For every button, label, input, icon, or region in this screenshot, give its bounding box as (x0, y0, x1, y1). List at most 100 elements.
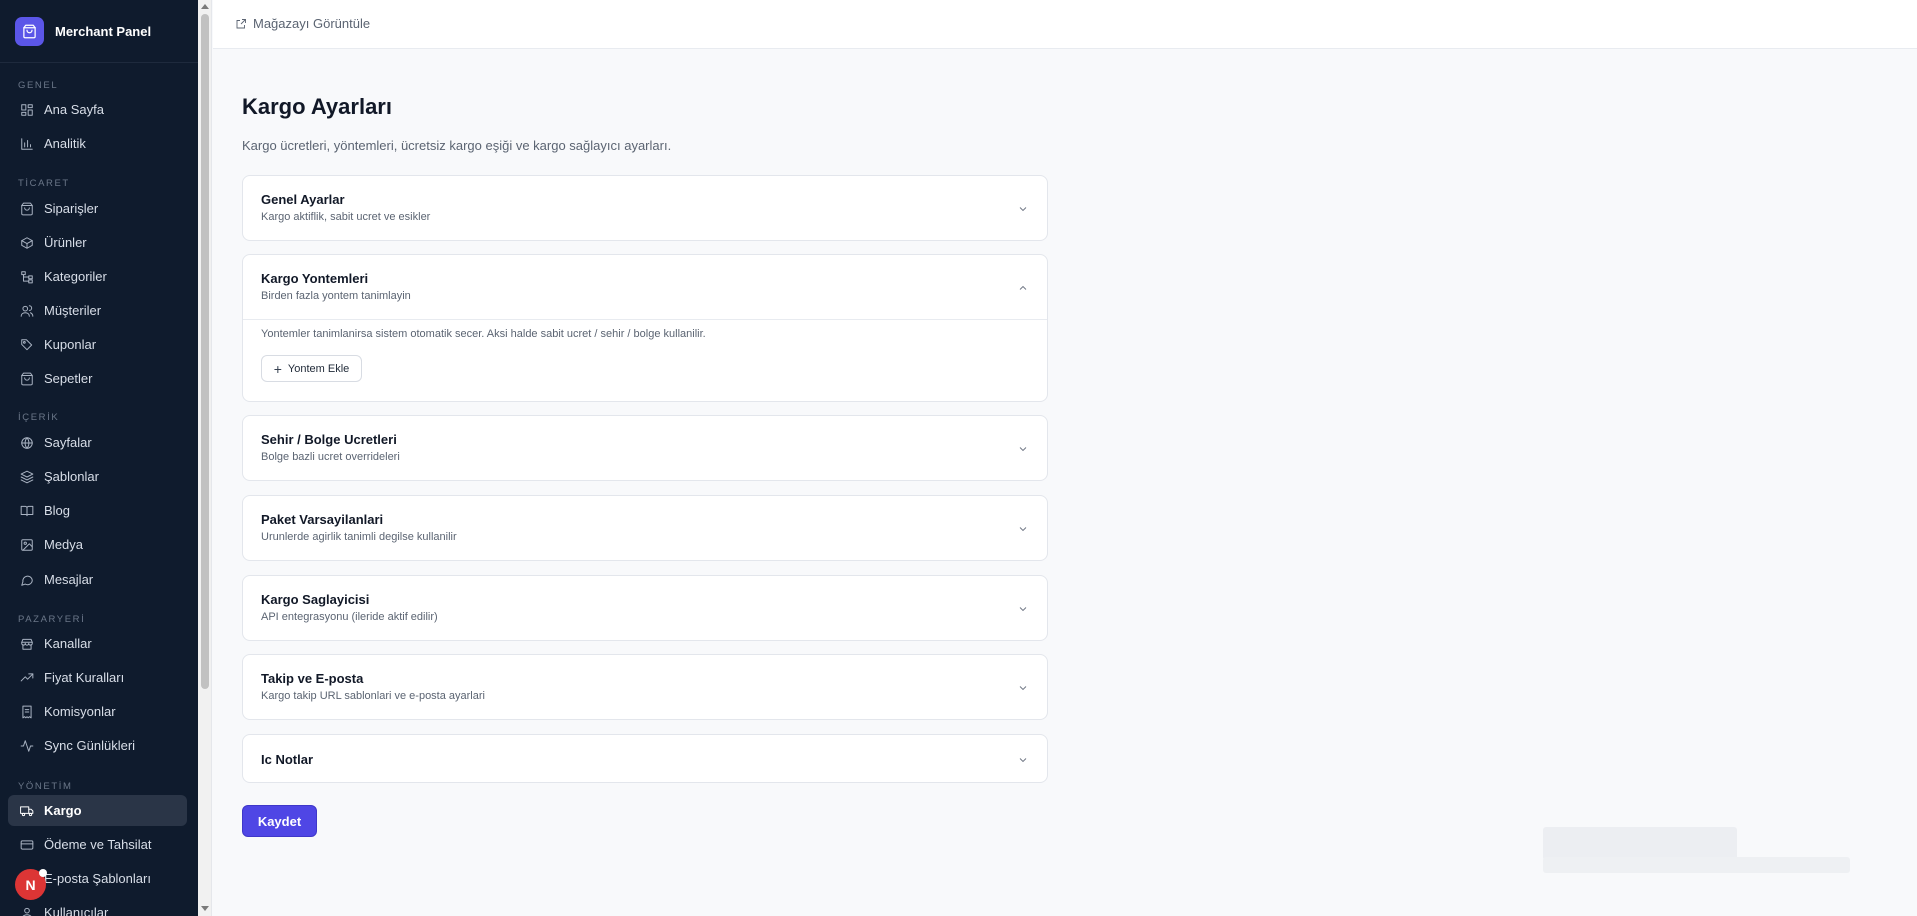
sidebar-item-analitik[interactable]: Analitik (8, 128, 187, 159)
external-link-icon (236, 18, 246, 28)
sidebar-item-siparisler[interactable]: Siparişler (8, 193, 187, 224)
notification-dot (39, 869, 47, 877)
scroll-down-arrow-icon[interactable] (201, 906, 209, 911)
save-button[interactable]: Kaydet (242, 805, 317, 837)
sidebar-item-sync-gunlukleri[interactable]: Sync Günlükleri (8, 730, 187, 761)
store-icon (19, 636, 34, 651)
trending-up-icon (19, 670, 34, 685)
sidebar: Merchant Panel GENEL Ana Sayfa Analitik … (0, 0, 198, 916)
accordion-header[interactable]: Ic Notlar (261, 752, 313, 767)
message-icon (19, 572, 34, 587)
sidebar-item-blog[interactable]: Blog (8, 495, 187, 526)
accordion-header[interactable]: Takip ve E-posta Kargo takip URL sablonl… (261, 671, 485, 702)
sidebar-item-label: Medya (44, 537, 84, 552)
accordion-description: API entegrasyonu (ileride aktif edilir) (261, 611, 438, 623)
brand-name: Merchant Panel (55, 23, 152, 39)
accordion-description: Urunlerde agirlik tanimli degilse kullan… (261, 531, 457, 543)
accordion-header[interactable]: Paket Varsayilanlari Urunlerde agirlik t… (261, 512, 457, 543)
sidebar-item-fiyat-kurallari[interactable]: Fiyat Kuralları (8, 662, 187, 693)
sidebar-item-kanallar[interactable]: Kanallar (8, 628, 187, 659)
accordion-kargo-yontemleri: Kargo Yontemleri Birden fazla yontem tan… (242, 254, 1048, 402)
sidebar-item-kuponlar[interactable]: Kuponlar (8, 329, 187, 360)
accordion-sehir-bolge-ucretleri: Sehir / Bolge Ucretleri Bolge bazli ucre… (242, 415, 1048, 481)
bar-chart-icon (19, 136, 34, 151)
sidebar-item-sablonlar[interactable]: Şablonlar (8, 461, 187, 492)
scroll-up-arrow-icon[interactable] (201, 4, 209, 9)
accordion-title: Ic Notlar (261, 752, 314, 767)
chevron-up-icon[interactable] (1017, 281, 1029, 293)
sidebar-item-odeme-ve-tahsilat[interactable]: Ödeme ve Tahsilat (8, 829, 187, 860)
sidebar-item-label: Ana Sayfa (44, 102, 104, 117)
chevron-down-icon[interactable] (1017, 522, 1029, 534)
sidebar-item-musteriler[interactable]: Müşteriler (8, 295, 187, 326)
user-icon (19, 905, 34, 916)
truck-icon (19, 803, 34, 818)
sidebar-item-sepetler[interactable]: Sepetler (8, 363, 187, 394)
dashboard-icon (19, 102, 34, 117)
sidebar-item-kategoriler[interactable]: Kategoriler (8, 261, 187, 292)
section-label-icerik: İÇERİK (18, 412, 60, 423)
receipt-icon (19, 704, 34, 719)
accordion-title: Kargo Saglayicisi (261, 592, 370, 607)
sidebar-scrollbar[interactable] (198, 0, 212, 916)
accordion-header[interactable]: Kargo Saglayicisi API entegrasyonu (iler… (261, 592, 438, 623)
section-label-ticaret: TİCARET (18, 178, 70, 189)
chevron-down-icon[interactable] (1017, 202, 1029, 214)
accordion-description: Kargo aktiflik, sabit ucret ve esikler (261, 211, 431, 223)
sidebar-item-medya[interactable]: Medya (8, 529, 187, 560)
accordion-takip-ve-e-posta: Takip ve E-posta Kargo takip URL sablonl… (242, 654, 1048, 720)
page-subtitle: Kargo ücretleri, yöntemleri, ücretsiz ka… (242, 138, 672, 153)
chevron-down-icon[interactable] (1017, 602, 1029, 614)
sidebar-item-label: Kategoriler (44, 269, 107, 284)
basket-icon (19, 371, 34, 386)
sidebar-item-ana-sayfa[interactable]: Ana Sayfa (8, 94, 187, 125)
book-icon (19, 503, 34, 518)
sidebar-item-label: Sepetler (44, 371, 93, 386)
view-store-link[interactable]: Mağazayı Görüntüle (235, 16, 370, 31)
shopping-bag-icon (19, 201, 34, 216)
chevron-down-icon[interactable] (1017, 442, 1029, 454)
sidebar-item-label: Blog (44, 503, 71, 518)
sidebar-item-mesajlar[interactable]: Mesajlar (8, 564, 187, 595)
chevron-down-icon[interactable] (1017, 681, 1029, 693)
globe-icon (19, 435, 34, 450)
credit-card-icon (19, 837, 34, 852)
page-title: Kargo Ayarları (242, 94, 392, 119)
image-icon (19, 537, 34, 552)
activity-icon (19, 738, 34, 753)
accordion-description: Kargo takip URL sablonlari ve e-posta ay… (261, 690, 485, 702)
accordion-header[interactable]: Sehir / Bolge Ucretleri Bolge bazli ucre… (261, 432, 400, 463)
sidebar-item-label: Analitik (44, 136, 86, 151)
sidebar-item-label: Ürünler (44, 235, 87, 250)
divider (243, 319, 1047, 320)
accordion-title: Paket Varsayilanlari (261, 512, 384, 527)
blurred-overlay (1543, 827, 1737, 860)
sidebar-item-label: Kuponlar (44, 337, 97, 352)
methods-note: Yontemler tanimlanirsa sistem otomatik s… (261, 328, 706, 340)
brand[interactable]: Merchant Panel (0, 0, 198, 63)
accordion-title: Kargo Yontemleri (261, 271, 369, 286)
accordion-description: Bolge bazli ucret overrideleri (261, 451, 400, 463)
sidebar-item-label: Kargo (44, 803, 82, 818)
view-store-label: Mağazayı Görüntüle (253, 16, 371, 31)
accordion-title: Takip ve E-posta (261, 671, 364, 686)
tree-icon (19, 269, 34, 284)
sidebar-item-komisyonlar[interactable]: Komisyonlar (8, 696, 187, 727)
section-label-genel: GENEL (18, 80, 59, 91)
sidebar-item-kargo[interactable]: Kargo (8, 795, 187, 826)
accordion-title: Sehir / Bolge Ucretleri (261, 432, 397, 447)
accordion-header[interactable]: Kargo Yontemleri Birden fazla yontem tan… (261, 271, 411, 302)
scroll-thumb[interactable] (201, 14, 209, 689)
sidebar-item-urunler[interactable]: Ürünler (8, 227, 187, 258)
sidebar-item-kullanicilar[interactable]: Kullanıcılar (8, 897, 187, 916)
sidebar-item-label: Siparişler (44, 201, 99, 216)
sidebar-item-label: Sync Günlükleri (44, 738, 136, 753)
topbar: Mağazayı Görüntüle (213, 0, 1917, 49)
chevron-down-icon[interactable] (1017, 753, 1029, 765)
sidebar-item-label: E-posta Şablonları (44, 871, 151, 886)
sidebar-item-sayfalar[interactable]: Sayfalar (8, 427, 187, 458)
shopping-bag-icon (15, 16, 44, 46)
add-method-button[interactable]: + Yontem Ekle (261, 355, 362, 382)
sidebar-item-label: Kanallar (44, 636, 92, 651)
accordion-header[interactable]: Genel Ayarlar Kargo aktiflik, sabit ucre… (261, 192, 430, 223)
